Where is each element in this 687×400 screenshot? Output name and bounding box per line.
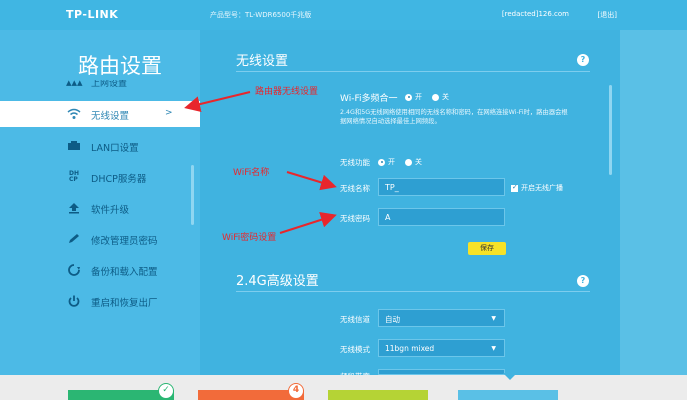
arrow-to-password <box>279 212 337 234</box>
arrow-to-wireless-menu <box>184 91 251 112</box>
device-count-badge: 4 <box>288 383 304 399</box>
panel-pointer <box>503 373 517 380</box>
arrow-to-ssid <box>286 171 337 191</box>
check-icon: ✓ <box>158 383 174 399</box>
footer-tile-router-settings[interactable] <box>458 390 558 400</box>
footer-tile-apps[interactable] <box>328 390 428 400</box>
annotation-arrows <box>184 91 337 234</box>
